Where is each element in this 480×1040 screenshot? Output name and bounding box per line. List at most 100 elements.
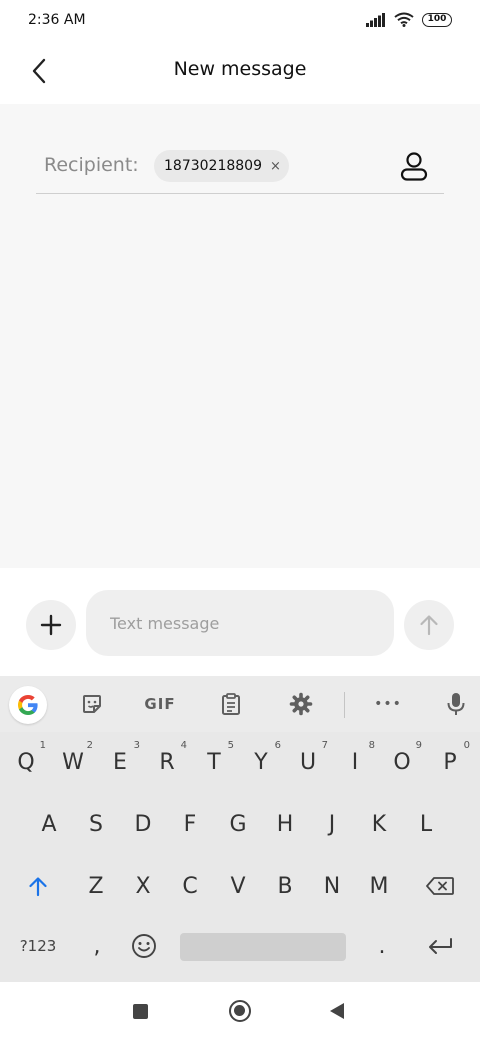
chip-remove-icon[interactable]: × xyxy=(270,159,281,174)
key-q-label: Q xyxy=(17,749,35,775)
key-v[interactable]: V xyxy=(216,860,260,912)
key-n[interactable]: N xyxy=(310,860,354,912)
key-j-label: J xyxy=(328,811,336,837)
shift-key[interactable] xyxy=(16,860,60,912)
key-e-label: E xyxy=(113,749,127,775)
key-p[interactable]: P0 xyxy=(428,736,472,788)
compose-bar xyxy=(0,568,480,676)
key-r-label: R xyxy=(159,749,175,775)
key-p-label: P xyxy=(443,749,457,775)
recipient-chip-number: 18730218809 xyxy=(164,158,262,174)
keyboard: GIF ••• Q 1 W 2 E 3 R 4 T 5 Y 6 U 7 I 8 … xyxy=(0,676,480,982)
clipboard-icon xyxy=(222,693,240,715)
send-button[interactable] xyxy=(404,600,454,650)
sticker-icon xyxy=(83,695,101,713)
emoji-key[interactable] xyxy=(122,920,166,972)
key-u-hint: 7 xyxy=(321,740,328,751)
key-t[interactable]: T5 xyxy=(192,736,236,788)
key-l-label: L xyxy=(419,811,433,837)
key-l[interactable]: L xyxy=(404,798,448,850)
key-w[interactable]: W2 xyxy=(51,736,95,788)
key-z-label: Z xyxy=(88,873,104,899)
key-m-label: M xyxy=(369,873,389,899)
settings-button[interactable] xyxy=(281,686,321,722)
key-b[interactable]: B xyxy=(263,860,307,912)
more-button[interactable]: ••• xyxy=(368,686,408,722)
key-h-label: H xyxy=(276,811,294,837)
key-k[interactable]: K xyxy=(357,798,401,850)
voice-input-button[interactable] xyxy=(436,686,476,722)
key-w-label: W xyxy=(62,749,84,775)
google-button[interactable] xyxy=(9,686,47,724)
key-i-label: I xyxy=(351,749,359,775)
keyboard-toolbar: GIF ••• xyxy=(0,676,480,732)
key-z[interactable]: Z xyxy=(74,860,118,912)
plus-icon xyxy=(40,614,62,636)
comma-key-label: , xyxy=(93,933,101,959)
key-i[interactable]: I8 xyxy=(333,736,377,788)
key-o-label: O xyxy=(393,749,411,775)
home-button[interactable] xyxy=(229,1000,251,1022)
key-j[interactable]: J xyxy=(310,798,354,850)
system-nav-bar xyxy=(0,982,480,1040)
recipient-label: Recipient: xyxy=(44,154,139,176)
system-back-button[interactable] xyxy=(330,1003,344,1019)
key-u[interactable]: U7 xyxy=(286,736,330,788)
status-time: 2:36 AM xyxy=(28,12,86,28)
status-bar: 2:36 AM 100 xyxy=(0,0,480,40)
recents-button[interactable] xyxy=(133,1004,148,1019)
space-key[interactable] xyxy=(180,933,346,961)
key-s[interactable]: S xyxy=(74,798,118,850)
key-a[interactable]: A xyxy=(27,798,71,850)
enter-icon xyxy=(429,938,452,954)
symbols-key[interactable]: ?123 xyxy=(16,920,60,972)
message-input[interactable] xyxy=(86,590,394,656)
attach-button[interactable] xyxy=(26,600,76,650)
gear-icon xyxy=(289,692,313,716)
key-e[interactable]: E3 xyxy=(98,736,142,788)
key-y-label: Y xyxy=(254,749,268,775)
key-d-label: D xyxy=(134,811,152,837)
gif-button[interactable]: GIF xyxy=(140,686,180,722)
battery-icon: 100 xyxy=(422,12,452,27)
more-icon: ••• xyxy=(374,696,402,712)
backspace-key[interactable] xyxy=(418,860,462,912)
key-f[interactable]: F xyxy=(168,798,212,850)
key-y-hint: 6 xyxy=(274,740,281,751)
key-g[interactable]: G xyxy=(216,798,260,850)
contacts-button[interactable] xyxy=(398,150,430,184)
enter-key[interactable] xyxy=(418,920,462,972)
shift-arrow-icon xyxy=(29,877,47,897)
google-icon xyxy=(18,695,38,715)
sticker-button[interactable] xyxy=(72,686,112,722)
recipient-row: Recipient: 18730218809 × xyxy=(36,144,444,194)
comma-key[interactable]: , xyxy=(75,920,119,972)
key-x-label: X xyxy=(135,873,151,899)
key-g-label: G xyxy=(229,811,247,837)
clipboard-button[interactable] xyxy=(211,686,251,722)
key-f-label: F xyxy=(183,811,197,837)
key-r[interactable]: R4 xyxy=(145,736,189,788)
gif-label: GIF xyxy=(144,695,176,713)
emoji-icon xyxy=(132,934,156,958)
arrow-up-icon xyxy=(420,615,438,636)
key-i-hint: 8 xyxy=(368,740,375,751)
key-h[interactable]: H xyxy=(263,798,307,850)
key-d[interactable]: D xyxy=(121,798,165,850)
key-c[interactable]: C xyxy=(168,860,212,912)
key-q[interactable]: Q1 xyxy=(4,736,48,788)
key-o[interactable]: O9 xyxy=(380,736,424,788)
key-m[interactable]: M xyxy=(357,860,401,912)
key-r-hint: 4 xyxy=(180,740,187,751)
symbols-key-label: ?123 xyxy=(19,937,57,955)
recipient-chip[interactable]: 18730218809 × xyxy=(154,150,289,182)
period-key[interactable]: . xyxy=(360,920,404,972)
key-u-label: U xyxy=(299,749,317,775)
key-b-label: B xyxy=(277,873,293,899)
key-x[interactable]: X xyxy=(121,860,165,912)
key-v-label: V xyxy=(230,873,246,899)
key-y[interactable]: Y6 xyxy=(239,736,283,788)
status-icons: 100 xyxy=(366,12,452,27)
toolbar-divider xyxy=(344,692,345,718)
page-title: New message xyxy=(173,58,307,80)
